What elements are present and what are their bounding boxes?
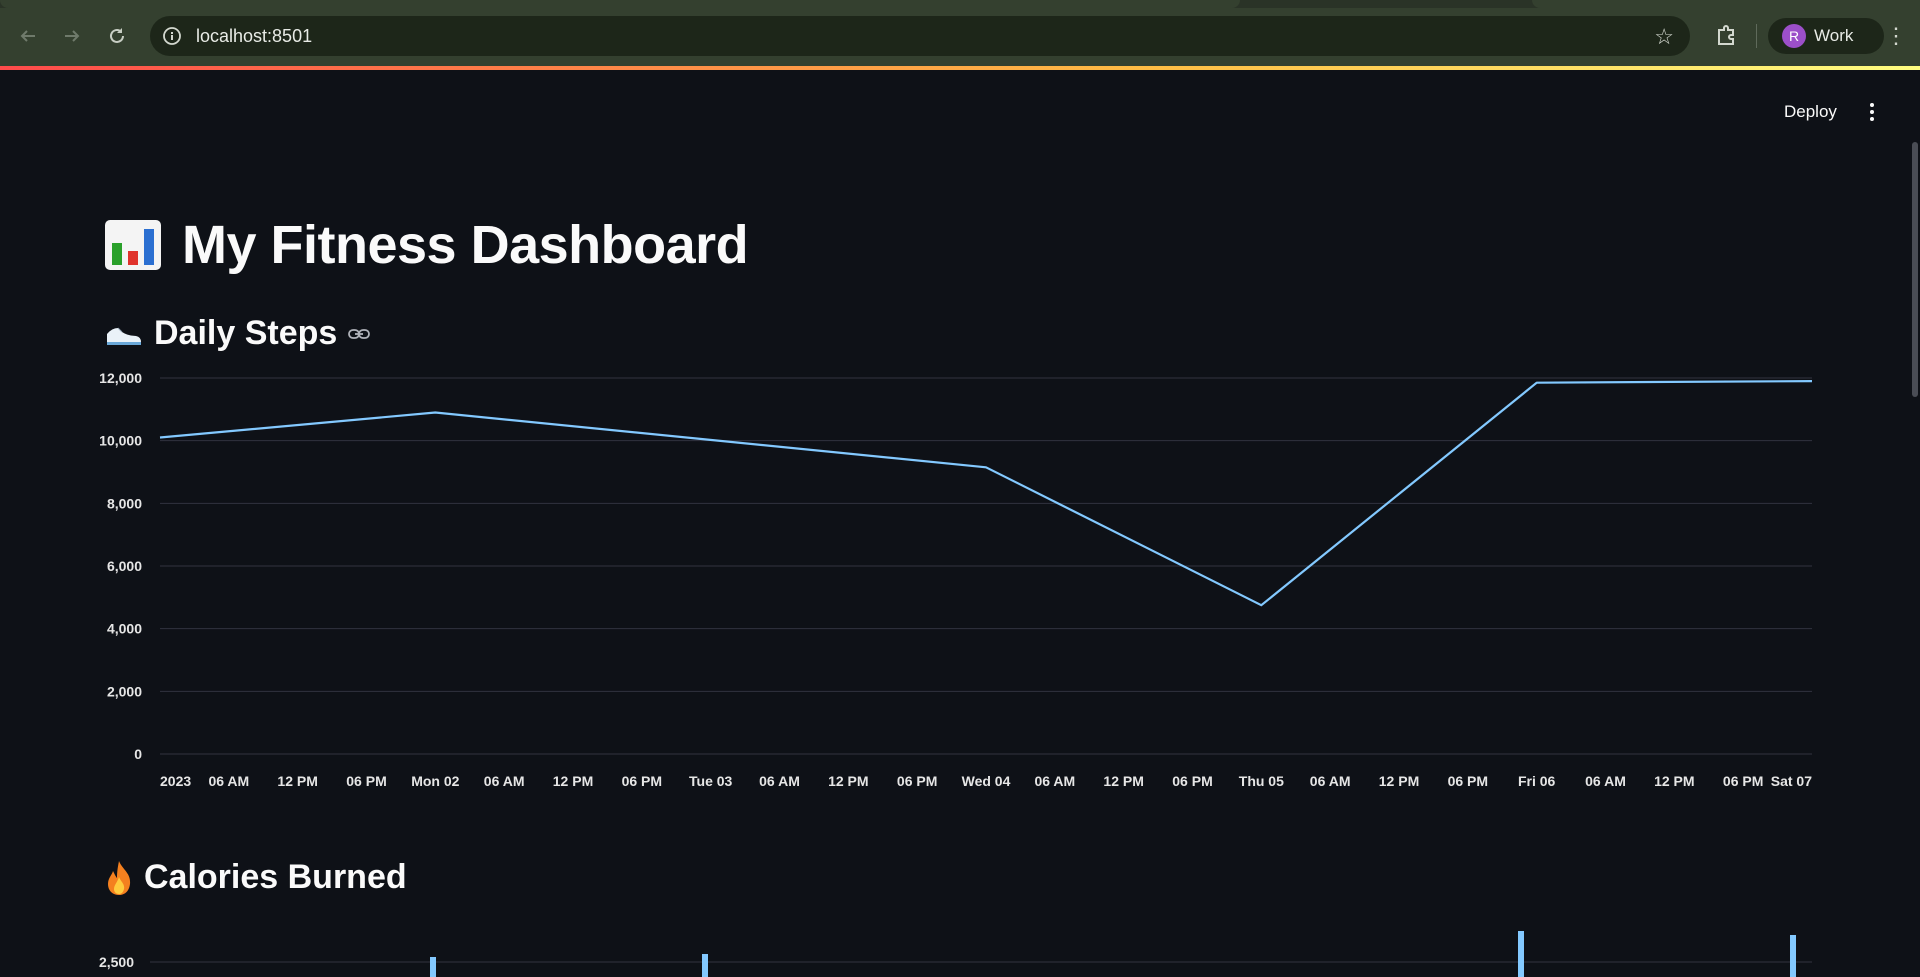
toolbar-divider (1756, 24, 1757, 48)
main-menu-icon[interactable] (1860, 98, 1884, 126)
address-bar[interactable]: localhost:8501 ☆ (150, 16, 1690, 56)
x-tick-label: 06 PM (1723, 773, 1763, 789)
calories-bar-chart[interactable]: 2,500 (0, 920, 1920, 977)
bookmark-star-icon[interactable]: ☆ (1654, 24, 1674, 50)
x-tick-label: 06 AM (484, 773, 525, 789)
fire-icon (108, 860, 131, 895)
x-tick-label: 2023 (160, 773, 191, 789)
x-tick-label: 12 PM (553, 773, 593, 789)
decoration-bar (0, 66, 1920, 70)
sneaker-icon (107, 327, 141, 345)
calories-bar (1518, 931, 1524, 977)
avatar: R (1782, 24, 1806, 48)
section-heading: Daily Steps (154, 314, 338, 352)
page-title: My Fitness Dashboard (182, 215, 749, 275)
url-text[interactable]: localhost:8501 (196, 26, 312, 47)
x-tick-label: 06 AM (1034, 773, 1075, 789)
x-tick-label: Sat 07 (1771, 773, 1812, 789)
link-icon[interactable] (347, 322, 371, 346)
page-title-row: My Fitness Dashboard (104, 214, 749, 276)
y-tick-label: 4,000 (107, 621, 142, 637)
section-heading-steps: Daily Steps (104, 314, 371, 353)
tab[interactable] (1532, 0, 1920, 8)
y-tick-label: 12,000 (99, 370, 142, 386)
back-button[interactable] (12, 20, 44, 52)
forward-button[interactable] (56, 20, 88, 52)
steps-series-line (159, 380, 1813, 607)
scrollbar[interactable] (1912, 142, 1918, 397)
y-tick-label: 10,000 (99, 433, 142, 449)
y-tick-label: 8,000 (107, 495, 142, 511)
x-tick-label: Mon 02 (411, 773, 459, 789)
x-tick-label: Thu 05 (1239, 773, 1284, 789)
deploy-button[interactable]: Deploy (1774, 98, 1847, 126)
x-tick-label: 06 PM (346, 773, 386, 789)
x-tick-label: 12 PM (1379, 773, 1419, 789)
bar-chart-emoji-icon (105, 220, 161, 270)
profile-button[interactable]: R Work (1768, 18, 1884, 54)
x-tick-label: 06 PM (622, 773, 662, 789)
y-tick-label: 2,000 (107, 683, 142, 699)
calories-bar (430, 957, 436, 977)
info-icon[interactable] (162, 26, 182, 46)
browser-chrome: localhost:8501 ☆ R Work ⋮ (0, 0, 1920, 66)
steps-line-chart[interactable]: 0 2,000 4,000 6,000 8,000 10,000 12,000 2023 06 … (0, 360, 1920, 800)
reload-icon (110, 28, 124, 43)
arrow-right-icon (65, 30, 80, 42)
x-tick-label: 06 AM (1585, 773, 1626, 789)
active-tab[interactable] (0, 0, 1240, 8)
x-tick-label: Wed 04 (962, 773, 1011, 789)
profile-name: Work (1814, 26, 1854, 45)
x-tick-label: 06 PM (1448, 773, 1488, 789)
browser-menu-icon[interactable]: ⋮ (1880, 20, 1912, 52)
x-tick-label: 06 AM (208, 773, 249, 789)
y-tick-label: 2,500 (99, 954, 134, 970)
x-tick-label: 12 PM (1654, 773, 1694, 789)
calories-bar (702, 954, 708, 977)
x-tick-label: 12 PM (277, 773, 317, 789)
y-tick-label: 6,000 (107, 558, 142, 574)
x-tick-label: 06 PM (897, 773, 937, 789)
x-tick-label: 06 AM (759, 773, 800, 789)
y-tick-label: 0 (134, 746, 142, 762)
x-tick-label: 06 PM (1172, 773, 1212, 789)
x-tick-label: Fri 06 (1518, 773, 1556, 789)
extensions-icon[interactable] (1710, 20, 1742, 52)
section-heading: Calories Burned (144, 858, 407, 896)
arrow-left-icon (20, 30, 35, 42)
x-tick-label: 06 AM (1310, 773, 1351, 789)
x-tick-label: Tue 03 (689, 773, 733, 789)
x-tick-label: 12 PM (1103, 773, 1143, 789)
section-heading-calories: Calories Burned (104, 858, 407, 897)
x-tick-label: 12 PM (828, 773, 868, 789)
calories-bar (1790, 935, 1796, 977)
reload-button[interactable] (101, 20, 133, 52)
